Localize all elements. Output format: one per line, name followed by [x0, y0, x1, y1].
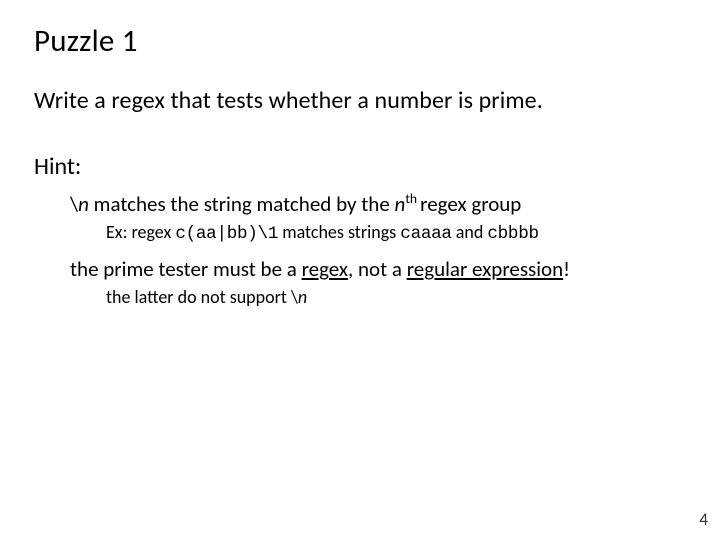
hint-example: Ex: regex c(aa|bb)\1 matches strings caa… — [106, 221, 686, 246]
hint-line-2-sub: the latter do not support \n — [106, 286, 686, 309]
hint-line-1: \n matches the string matched by the nth… — [70, 191, 686, 217]
text: Ex: regex — [106, 221, 175, 243]
text: the prime tester must be a — [70, 256, 302, 282]
text: , not a — [348, 256, 407, 282]
text: \ — [70, 191, 78, 217]
italic-n: n — [298, 286, 307, 308]
italic-n: n — [395, 191, 406, 217]
hint-label: Hint: — [34, 152, 686, 181]
underline-regex: regex — [302, 256, 348, 282]
hint-line-2: the prime tester must be a regex, not a … — [70, 256, 686, 282]
text: matches the string matched by the — [89, 191, 395, 217]
code-match-2: cbbbb — [487, 224, 538, 244]
text: matches strings — [278, 221, 400, 243]
italic-n: n — [78, 191, 89, 217]
slide: Puzzle 1 Write a regex that tests whethe… — [0, 0, 720, 540]
code-regex: c(aa|bb)\1 — [175, 224, 278, 244]
puzzle-statement: Write a regex that tests whether a numbe… — [34, 86, 686, 116]
text: regex group — [420, 191, 521, 217]
text: and — [452, 221, 488, 243]
text: the latter do not support \ — [106, 286, 298, 308]
text: ! — [563, 256, 570, 282]
slide-title: Puzzle 1 — [34, 22, 686, 60]
superscript-th: th — [405, 190, 420, 207]
code-match-1: caaaa — [400, 224, 451, 244]
page-number: 4 — [699, 509, 708, 530]
underline-regular-expression: regular expression — [407, 256, 563, 282]
